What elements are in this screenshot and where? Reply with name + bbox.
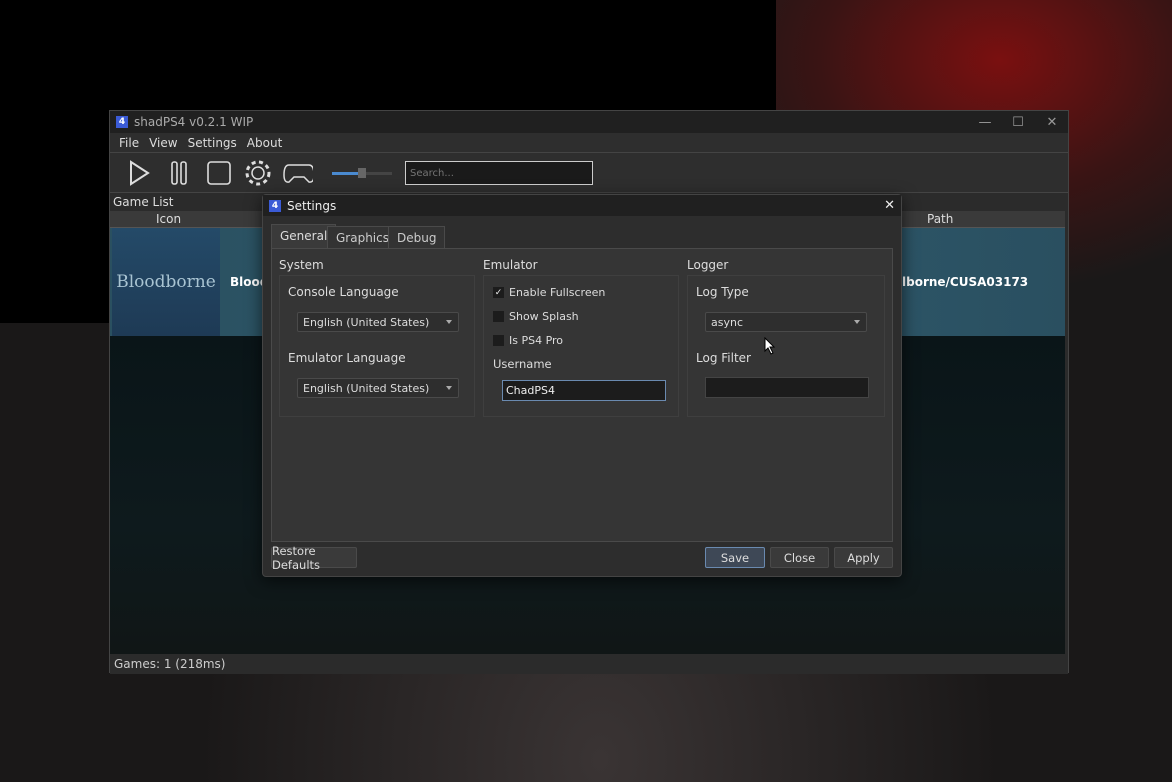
- menu-bar: File View Settings About: [110, 133, 1068, 153]
- menu-file[interactable]: File: [114, 136, 144, 150]
- game-list-title: Game List: [113, 195, 174, 209]
- window-title: shadPS4 v0.2.1 WIP: [134, 115, 254, 129]
- tab-debug[interactable]: Debug: [388, 226, 446, 248]
- logger-group-title: Logger: [687, 258, 729, 272]
- log-type-select[interactable]: async: [705, 312, 867, 332]
- stop-icon[interactable]: [204, 159, 234, 187]
- emulator-group: ✓ Enable Fullscreen Show Splash Is PS4 Pr…: [483, 275, 679, 417]
- is-ps4-pro-checkbox[interactable]: Is PS4 Pro: [493, 334, 563, 347]
- menu-about[interactable]: About: [242, 136, 287, 150]
- column-icon[interactable]: Icon: [156, 212, 181, 226]
- dialog-title: Settings: [287, 198, 337, 213]
- checkbox-box: [493, 335, 504, 346]
- game-cover: Bloodborne: [112, 228, 220, 336]
- apply-button[interactable]: Apply: [834, 547, 893, 568]
- gear-icon[interactable]: [243, 159, 273, 187]
- app-icon: 4: [116, 116, 128, 128]
- console-language-value: English (United States): [303, 316, 430, 329]
- log-type-label: Log Type: [696, 285, 749, 299]
- app-icon: 4: [269, 199, 281, 212]
- check-icon: ✓: [493, 287, 504, 298]
- dialog-title-bar: 4 Settings ✕: [263, 195, 901, 216]
- game-path: lborne/CUSA03173: [902, 275, 1029, 289]
- gamepad-icon[interactable]: [283, 159, 313, 187]
- minimize-button[interactable]: —: [968, 111, 1002, 133]
- status-bar: Games: 1 (218ms): [110, 654, 1068, 674]
- close-window-button[interactable]: ✕: [1035, 111, 1069, 133]
- general-pane: System Console Language English (United …: [271, 248, 893, 542]
- username-input[interactable]: ChadPS4: [502, 380, 666, 401]
- show-splash-checkbox[interactable]: Show Splash: [493, 310, 579, 323]
- menu-view[interactable]: View: [144, 136, 182, 150]
- close-button[interactable]: Close: [770, 547, 829, 568]
- is-ps4-pro-label: Is PS4 Pro: [509, 334, 564, 347]
- log-filter-label: Log Filter: [696, 351, 751, 365]
- save-button[interactable]: Save: [705, 547, 765, 568]
- logger-group: Log Type async Log Filter: [687, 275, 885, 417]
- volume-slider-fill: [332, 172, 358, 175]
- console-language-label: Console Language: [288, 285, 399, 299]
- system-group-title: System: [279, 258, 324, 272]
- emulator-language-value: English (United States): [303, 382, 430, 395]
- volume-slider-handle[interactable]: [358, 168, 366, 178]
- chevron-down-icon: [446, 320, 452, 324]
- mouse-cursor-icon: [764, 336, 776, 358]
- volume-slider[interactable]: [332, 168, 392, 178]
- column-path[interactable]: Path: [927, 212, 953, 226]
- log-type-value: async: [711, 316, 744, 329]
- emulator-language-select[interactable]: English (United States): [297, 378, 459, 398]
- show-splash-label: Show Splash: [509, 310, 579, 323]
- play-icon[interactable]: [124, 159, 154, 187]
- emulator-group-title: Emulator: [483, 258, 538, 272]
- chevron-down-icon: [446, 386, 452, 390]
- title-bar: 4 shadPS4 v0.2.1 WIP — ☐ ✕: [110, 111, 1068, 133]
- dialog-close-icon[interactable]: ✕: [884, 198, 895, 213]
- emulator-language-label: Emulator Language: [288, 351, 406, 365]
- restore-defaults-button[interactable]: Restore Defaults: [271, 544, 357, 572]
- enable-fullscreen-label: Enable Fullscreen: [509, 286, 606, 299]
- enable-fullscreen-checkbox[interactable]: ✓ Enable Fullscreen: [493, 286, 605, 299]
- console-language-select[interactable]: English (United States): [297, 312, 459, 332]
- settings-dialog: 4 Settings ✕ General Graphics Debug Syst…: [262, 194, 902, 577]
- system-group: Console Language English (United States)…: [279, 275, 475, 417]
- toolbar: [110, 153, 1068, 193]
- search-input[interactable]: [405, 161, 593, 185]
- menu-settings[interactable]: Settings: [183, 136, 242, 150]
- pause-icon[interactable]: [164, 159, 194, 187]
- username-label: Username: [493, 357, 552, 371]
- log-filter-input[interactable]: [705, 377, 869, 398]
- maximize-button[interactable]: ☐: [1001, 111, 1035, 133]
- checkbox-box: [493, 311, 504, 322]
- chevron-down-icon: [854, 320, 860, 324]
